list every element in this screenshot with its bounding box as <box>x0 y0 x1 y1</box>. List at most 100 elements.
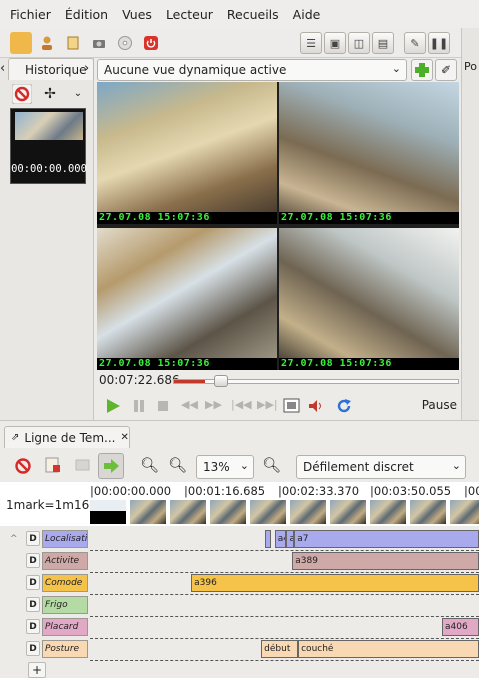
play-icon[interactable] <box>105 397 121 415</box>
track-separator <box>90 594 479 595</box>
track-name[interactable]: Frigo <box>42 596 88 614</box>
dynamic-view-select[interactable]: Aucune vue dynamique active ⌄ <box>97 59 407 81</box>
skip-back-icon[interactable]: |◀◀ <box>231 398 252 411</box>
chevron-down-icon[interactable]: ⌄ <box>70 84 86 104</box>
timeline-thumbnail <box>450 500 479 524</box>
menu-vues[interactable]: Vues <box>122 7 152 22</box>
track-area[interactable]: a396 <box>90 574 479 592</box>
timeline-thumbnail <box>170 500 206 524</box>
ruler-tick: |00:00:00.000 <box>90 484 172 498</box>
seek-handle[interactable] <box>214 375 229 387</box>
track-separator <box>90 572 479 573</box>
stop-icon[interactable] <box>155 397 171 415</box>
track-toggle-button[interactable]: D <box>26 619 40 634</box>
track-row: D Comode a396 <box>0 574 479 595</box>
layout-single-icon[interactable]: ▣ <box>324 32 346 54</box>
track-name[interactable]: Activite <box>42 552 88 570</box>
track-area[interactable]: a389 <box>90 552 479 570</box>
track-name[interactable]: Comode <box>42 574 88 592</box>
skip-forward-icon[interactable]: ▶▶| <box>257 398 278 411</box>
square-icon[interactable] <box>74 456 92 474</box>
annotation-segment[interactable]: a396 <box>191 574 479 592</box>
track-toggle-button[interactable]: D <box>26 641 40 656</box>
add-view-button[interactable] <box>411 59 433 81</box>
annotation-icon[interactable] <box>44 456 62 474</box>
zoom-select[interactable]: 13% ⌄ <box>196 455 254 479</box>
open-folder-icon[interactable] <box>10 32 32 54</box>
menu-recueils[interactable]: Recueils <box>227 7 279 22</box>
zoom-fit-icon[interactable]: 🔍︎ <box>262 456 281 474</box>
track-area[interactable]: a4a1a7 <box>90 530 479 548</box>
menu-edition[interactable]: Édition <box>65 7 108 22</box>
chevron-right-icon[interactable]: › <box>84 58 94 80</box>
annotation-segment[interactable]: a406 <box>442 618 479 636</box>
thumbnail-time: 00:00:00.000 <box>11 163 87 175</box>
pause-icon[interactable] <box>131 397 147 415</box>
refresh-icon[interactable] <box>335 397 353 415</box>
close-icon[interactable]: ✕ <box>120 432 128 443</box>
view-bar: Aucune vue dynamique active ⌄ ✐ <box>97 58 459 82</box>
fast-forward-icon[interactable]: ▶▶ <box>205 398 222 411</box>
forbidden-icon[interactable] <box>14 457 32 475</box>
annotation-segment[interactable]: début <box>261 640 299 658</box>
menu-fichier[interactable]: Fichier <box>10 7 51 22</box>
layout-split-icon[interactable]: ◫ <box>348 32 370 54</box>
zoom-out-icon[interactable]: 🔍︎ <box>140 456 159 474</box>
power-icon[interactable] <box>140 32 162 54</box>
disc-icon[interactable] <box>114 32 136 54</box>
chevron-left-icon[interactable]: ‹ <box>0 58 8 80</box>
layout-list-icon[interactable]: ☰ <box>300 32 322 54</box>
track-area[interactable] <box>90 596 479 614</box>
volume-icon[interactable] <box>307 397 325 415</box>
scroll-up-icon[interactable]: ^ <box>10 534 20 544</box>
add-track-button[interactable]: + <box>28 662 46 678</box>
rewind-icon[interactable]: ◀◀ <box>181 398 198 411</box>
document-icon[interactable] <box>62 32 84 54</box>
track-area[interactable]: début couché <box>90 640 479 658</box>
player-state: Pause <box>421 398 457 412</box>
annotation-segment[interactable]: a7 <box>294 530 479 548</box>
right-panel-tab[interactable]: Po <box>464 60 477 73</box>
pin-icon[interactable]: ✢ <box>40 84 60 104</box>
tab-historique[interactable]: Historique <box>8 58 94 80</box>
track-toggle-button[interactable]: D <box>26 575 40 590</box>
tab-ligne-de-temps[interactable]: ⇗ Ligne de Tem... ✕ <box>4 426 130 448</box>
track-toggle-button[interactable]: D <box>26 531 40 546</box>
menu-lecteur[interactable]: Lecteur <box>166 7 213 22</box>
fullscreen-icon[interactable] <box>283 397 301 415</box>
book-icon[interactable]: ❚❚ <box>428 32 450 54</box>
annotation-segment[interactable]: couché <box>298 640 479 658</box>
track-toggle-button[interactable]: D <box>26 553 40 568</box>
annotation-segment[interactable]: a1 <box>286 530 295 548</box>
follow-button[interactable] <box>98 453 124 479</box>
pencil-icon[interactable]: ✐ <box>435 59 457 81</box>
zoom-in-icon[interactable]: 🔍︎ <box>168 456 187 474</box>
timeline-thumbnail <box>250 500 286 524</box>
dynamic-view-label: Aucune vue dynamique active <box>104 63 287 77</box>
scroll-mode-select[interactable]: Défilement discret ⌄ <box>296 455 466 479</box>
camera-view-2: 27.07.08 15:07:36 <box>279 82 459 224</box>
camera-icon[interactable] <box>88 32 110 54</box>
timeline-thumbnail <box>290 500 326 524</box>
track-name[interactable]: Localisatio <box>42 530 88 548</box>
ruler-tick: |00:01:16.685 <box>184 484 266 498</box>
annotation-segment[interactable] <box>265 530 271 548</box>
camera-timestamp: 27.07.08 15:07:36 <box>279 212 459 224</box>
track-name[interactable]: Placard <box>42 618 88 636</box>
history-thumbnail[interactable]: 00:00:00.000 <box>10 108 87 184</box>
track-row: DLocalisatioa4a1a7 <box>0 530 479 551</box>
person-icon[interactable] <box>36 32 58 54</box>
camera-timestamp: 27.07.08 15:07:36 <box>97 212 277 224</box>
track-name[interactable]: Posture <box>42 640 88 658</box>
annotation-segment[interactable]: a4 <box>274 530 287 548</box>
track-area[interactable]: a406 <box>90 618 479 636</box>
forbidden-icon[interactable] <box>11 83 33 105</box>
edit-icon[interactable]: ✎ <box>404 32 426 54</box>
thumbnail-strip[interactable] <box>90 500 479 524</box>
layout-columns-icon[interactable]: ▤ <box>372 32 394 54</box>
track-toggle-button[interactable]: D <box>26 597 40 612</box>
menu-aide[interactable]: Aide <box>293 7 321 22</box>
annotation-segment[interactable]: a389 <box>292 552 479 570</box>
track-row: D Activite a389 <box>0 552 479 573</box>
video-display[interactable]: 27.07.08 15:07:36 27.07.08 15:07:36 27.0… <box>97 82 459 370</box>
